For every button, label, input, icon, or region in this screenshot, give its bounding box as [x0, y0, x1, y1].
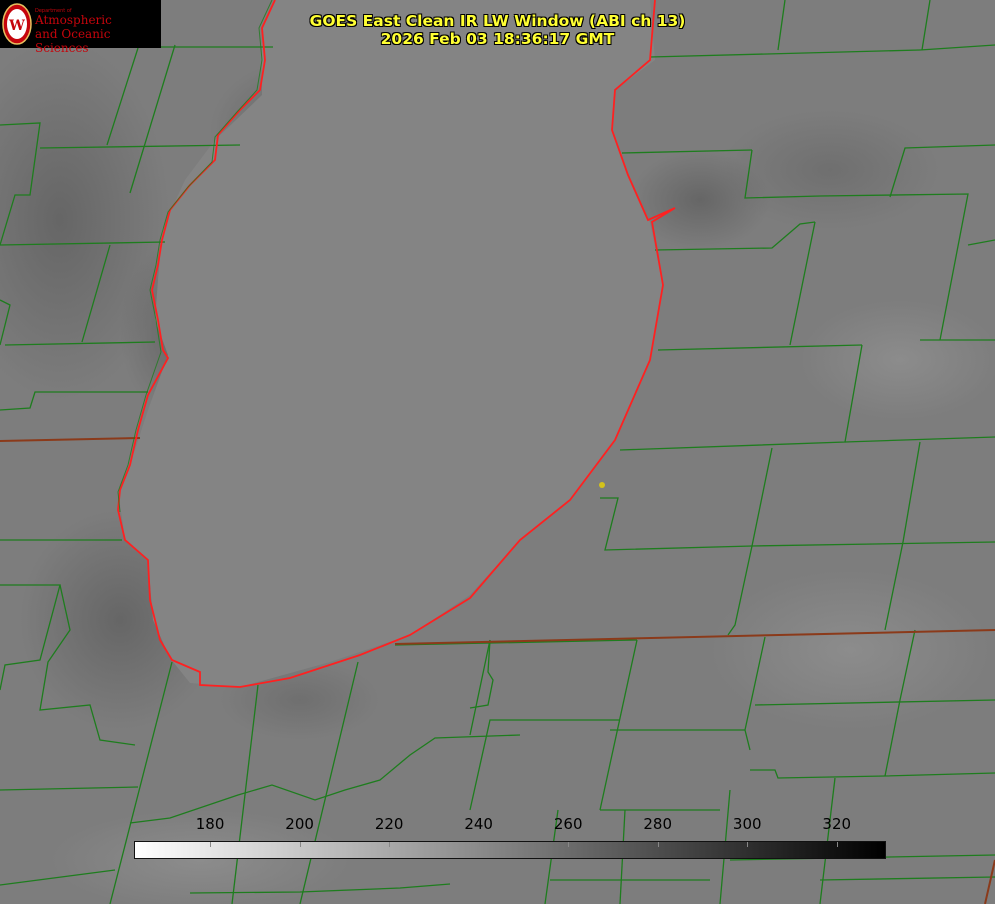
colorbar — [134, 841, 886, 859]
title-timestamp: 2026 Feb 03 18:36:17 GMT — [380, 30, 615, 48]
colorbar-tick-label: 320 — [822, 815, 852, 833]
colorbar-tick-label: 180 — [195, 815, 225, 833]
colorbar-tick-mark — [568, 842, 570, 847]
colorbar-tick-label: 240 — [464, 815, 493, 833]
colorbar-tick-label: 200 — [285, 815, 314, 833]
colorbar-tick-mark — [836, 842, 838, 847]
colorbar-tick-label: 260 — [553, 815, 583, 833]
colorbar-tick-mark — [210, 842, 212, 847]
image-title: GOES East Clean IR LW Window (ABI ch 13)… — [0, 12, 995, 48]
title-line1: GOES East Clean IR LW Window (ABI ch 13) — [309, 12, 686, 30]
colorbar-tick-mark — [478, 842, 480, 847]
colorbar-tick-label: 220 — [374, 815, 404, 833]
colorbar-tick-label: 280 — [643, 815, 673, 833]
colorbar-tick-mark — [747, 842, 749, 847]
satellite-map — [0, 0, 995, 904]
colorbar-tick-mark — [389, 842, 391, 847]
colorbar-tick-mark — [657, 842, 659, 847]
city-marker — [599, 482, 605, 488]
colorbar-tick-mark — [299, 842, 301, 847]
colorbar-tick-label: 300 — [732, 815, 762, 833]
